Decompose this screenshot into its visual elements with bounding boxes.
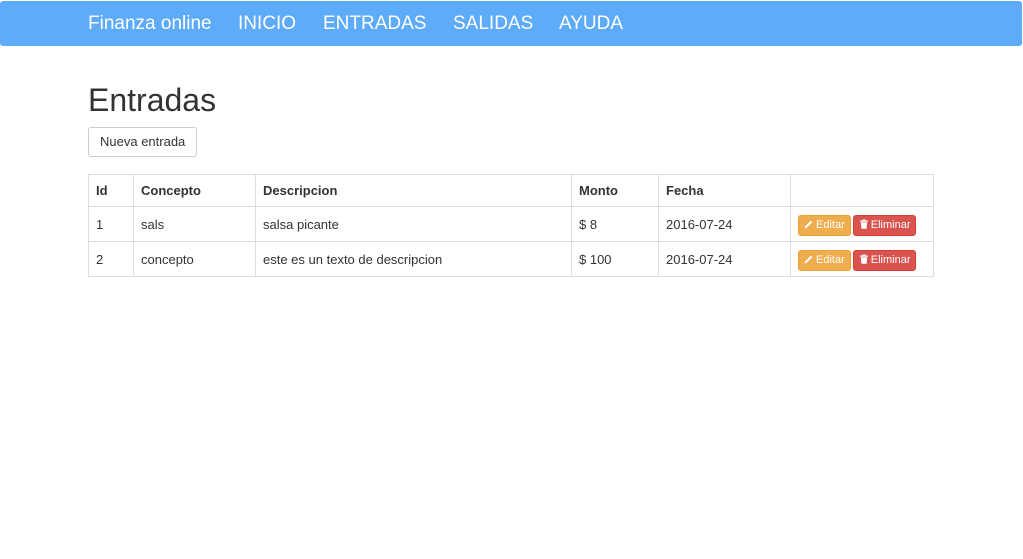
table-row: 2 concepto este es un texto de descripci… (88, 241, 934, 277)
header-concepto: Concepto (133, 174, 256, 207)
table-row: 1 sals salsa picante $ 8 2016-07-24 Edit… (88, 206, 934, 242)
header-fecha: Fecha (658, 174, 791, 207)
delete-button[interactable]: Eliminar (852, 214, 917, 236)
entries-table: Id Concepto Descripcion Monto Fecha 1 sa… (88, 174, 934, 277)
page-title: Entradas (88, 82, 217, 118)
cell-fecha: 2016-07-24 (658, 241, 791, 277)
cell-id: 2 (88, 241, 134, 277)
cell-monto: $ 8 (571, 206, 659, 242)
new-entry-button[interactable]: Nueva entrada (88, 127, 198, 157)
cell-concepto: concepto (133, 241, 256, 277)
nav-link-ayuda[interactable]: AYUDA (559, 12, 623, 36)
edit-label: Editar (816, 218, 845, 231)
edit-label: Editar (816, 253, 845, 266)
trash-icon (859, 219, 868, 229)
navbar: Finanza online INICIO ENTRADAS SALIDAS A… (0, 1, 1022, 46)
cell-concepto: sals (133, 206, 256, 242)
header-monto: Monto (571, 174, 659, 207)
cell-monto: $ 100 (571, 241, 659, 277)
pencil-icon (804, 255, 813, 263)
edit-button[interactable]: Editar (798, 214, 851, 236)
nav-link-entradas[interactable]: ENTRADAS (323, 12, 426, 36)
cell-actions: Editar Eliminar (790, 241, 934, 277)
edit-button[interactable]: Editar (798, 249, 851, 271)
header-id: Id (88, 174, 134, 207)
nav-link-inicio[interactable]: INICIO (238, 12, 296, 36)
pencil-icon (804, 220, 813, 228)
cell-id: 1 (88, 206, 134, 242)
table-header-row: Id Concepto Descripcion Monto Fecha (88, 174, 934, 207)
cell-descripcion: salsa picante (255, 206, 572, 242)
trash-icon (859, 254, 868, 264)
delete-label: Eliminar (870, 253, 911, 266)
nav-link-salidas[interactable]: SALIDAS (453, 12, 533, 36)
cell-actions: Editar Eliminar (790, 206, 934, 242)
delete-label: Eliminar (870, 218, 911, 231)
cell-fecha: 2016-07-24 (658, 206, 791, 242)
header-actions (790, 174, 934, 207)
delete-button[interactable]: Eliminar (852, 249, 917, 271)
cell-descripcion: este es un texto de descripcion (255, 241, 572, 277)
brand-link[interactable]: Finanza online (88, 12, 212, 36)
header-descripcion: Descripcion (255, 174, 572, 207)
